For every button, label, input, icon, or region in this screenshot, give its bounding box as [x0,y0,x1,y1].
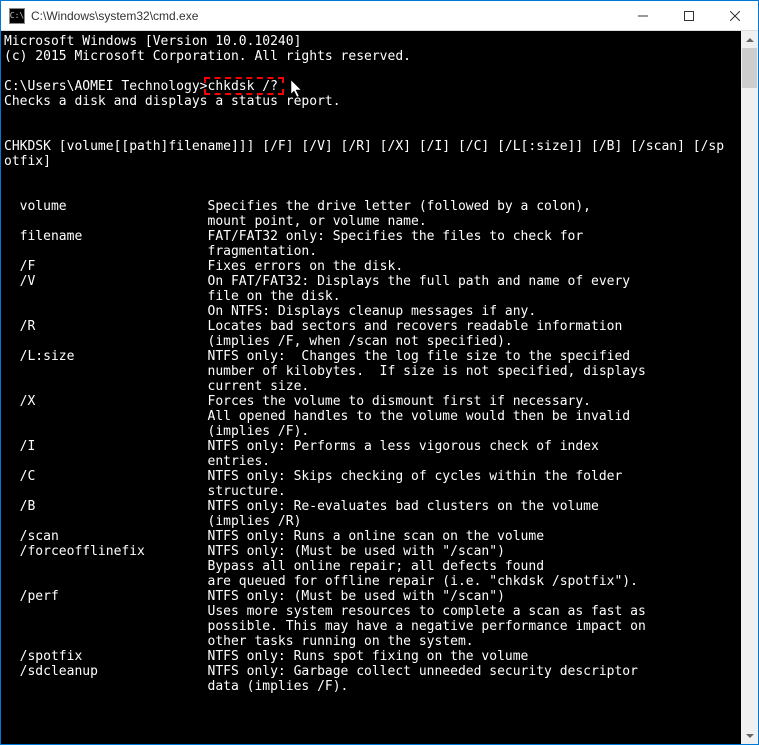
command-highlight [204,77,284,95]
window-title: C:\Windows\system32\cmd.exe [31,9,620,23]
scroll-thumb[interactable] [742,48,757,88]
scroll-down-button[interactable] [741,727,758,744]
window-controls [620,1,758,30]
cmd-icon: C:\ [9,8,25,24]
minimize-button[interactable] [620,1,666,30]
window-titlebar[interactable]: C:\ C:\Windows\system32\cmd.exe [1,1,758,31]
vertical-scrollbar[interactable] [741,31,758,744]
console-output[interactable]: Microsoft Windows [Version 10.0.10240] (… [1,31,741,744]
scroll-up-button[interactable] [741,31,758,48]
close-button[interactable] [712,1,758,30]
maximize-button[interactable] [666,1,712,30]
mouse-cursor-icon [291,80,305,104]
